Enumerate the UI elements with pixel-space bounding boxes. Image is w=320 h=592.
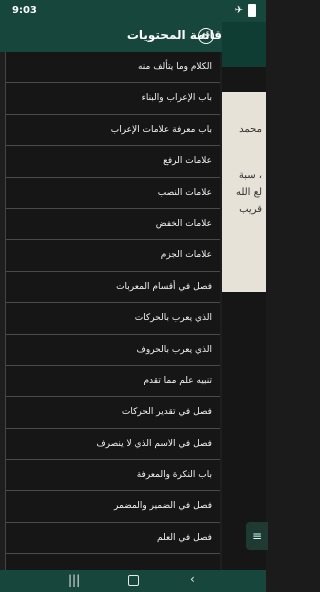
contents-item[interactable]: باب الإعراب والبناء [6,83,220,115]
home-icon[interactable] [128,575,139,586]
status-time: 9:03 [12,5,37,16]
drawer-header: قائمة المحتويات ← [0,22,222,52]
background-text-line: قريب [239,204,262,215]
background-reader: محمد سبة ، لع الله قريب ≡ [222,22,268,570]
background-text-line: محمد [239,124,262,135]
background-text-line: لع الله [235,187,262,198]
contents-item[interactable]: علامات الجزم [6,240,220,272]
contents-item[interactable]: فصل في الضمير والمضمر [6,491,220,523]
contents-item[interactable]: تنبيه علم مما تقدم [6,366,220,398]
battery-icon [248,4,256,17]
contents-drawer: قائمة المحتويات ← الكلام وما يتألف منه ب… [0,22,222,570]
contents-item[interactable]: فصل في الاسم الذي لا ينصرف [6,429,220,461]
back-icon[interactable]: ‹ [190,572,195,586]
back-arrow-icon[interactable]: ← [198,28,214,44]
contents-item[interactable]: الذي يعرب بالحروف [6,335,220,366]
contents-item[interactable]: علامات الرفع [6,146,220,178]
contents-item[interactable]: فصل في العلم [6,523,220,555]
status-bar: 9:03 ✈ [0,0,266,22]
contents-item[interactable]: علامات الخفض [6,209,220,241]
airplane-mode-icon: ✈ [234,5,243,16]
contents-item[interactable]: فصل في أقسام المعربات [6,272,220,304]
background-text-line: سبة ، [238,170,262,181]
contents-item[interactable]: باب النكرة والمعرفة [6,460,220,492]
contents-item[interactable]: باب معرفة علامات الإعراب [6,115,220,147]
recents-icon[interactable]: ||| [68,573,80,587]
contents-item[interactable]: علامات النصب [6,178,220,209]
contents-item[interactable]: الذي يعرب بالحركات [6,303,220,335]
background-page: محمد سبة ، لع الله قريب [222,92,266,292]
contents-item[interactable]: فصل في تقدير الحركات [6,397,220,429]
contents-list: الكلام وما يتألف منه باب الإعراب والبناء… [5,52,220,570]
drawer-title: قائمة المحتويات [126,28,222,42]
contents-item[interactable]: الكلام وما يتألف منه [6,52,220,84]
background-toolbar [222,22,266,67]
status-icons: ✈ [235,4,256,17]
menu-icon[interactable]: ≡ [246,522,268,550]
navigation-bar: ||| ‹ [0,570,266,592]
